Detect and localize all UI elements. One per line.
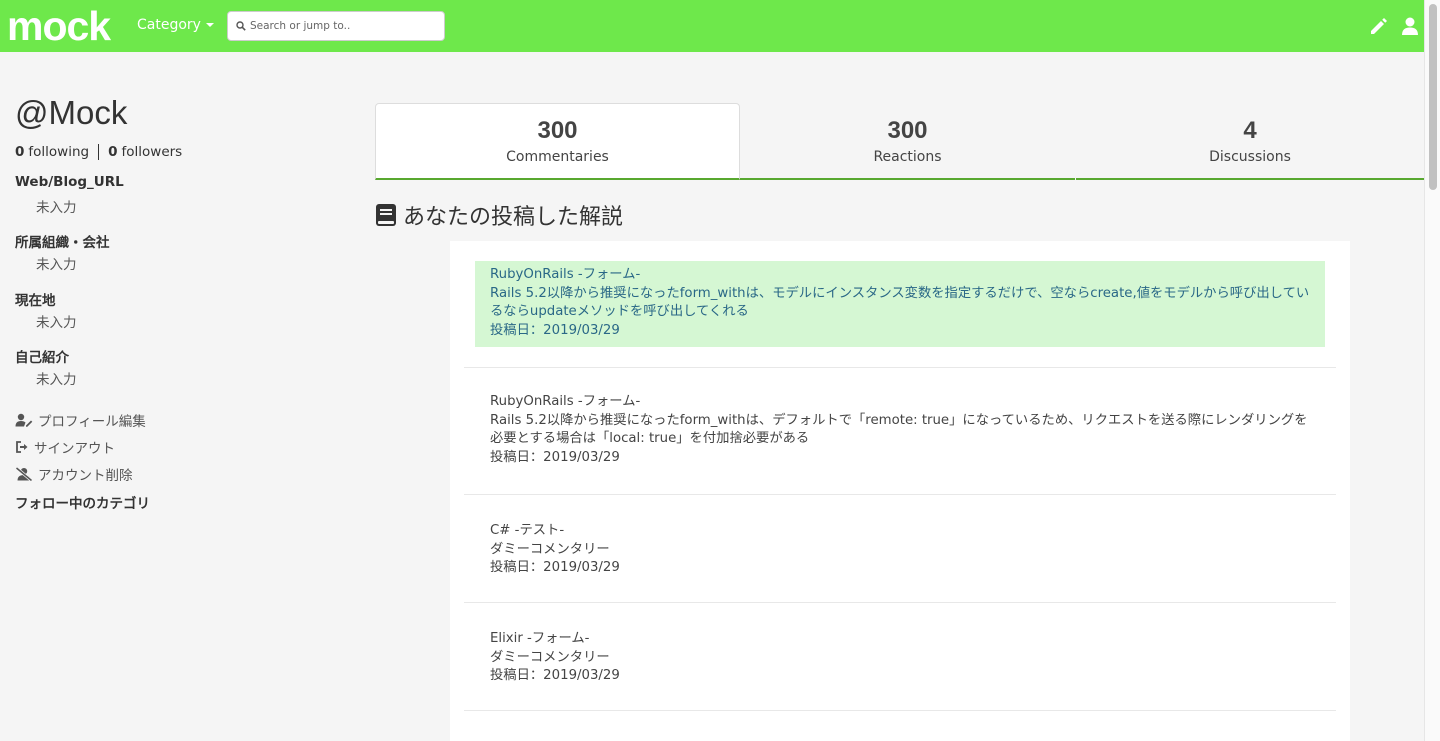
book-icon [376,204,396,226]
list-item[interactable]: RubyOnRails -フォーム- Rails 5.2以降から推奨になったfo… [464,368,1336,495]
location-label: 現在地 [15,293,56,309]
following-label: following [28,144,90,160]
delete-account-label: アカウント削除 [38,468,133,484]
tab-reactions[interactable]: 300 Reactions [740,103,1075,180]
commentary-date: 投稿日：2019/03/29 [490,450,620,466]
search-box[interactable] [227,11,445,41]
organization-value: 未入力 [36,257,77,273]
user-icon[interactable] [1399,15,1421,37]
commentary-date: 投稿日：2019/03/29 [490,668,620,684]
commentary-title: RubyOnRails -フォーム- [490,267,641,282]
user-slash-icon [15,467,33,481]
scrollbar-thumb[interactable] [1429,4,1437,190]
list-item[interactable]: C# -テスト- ダミーコメンタリー 投稿日：2019/03/29 [464,495,1336,603]
profile-username: @Mock [15,94,128,131]
location-value: 未入力 [36,315,77,331]
commentary-title: RubyOnRails -フォーム- [490,394,641,409]
follow-stats: 0 following 0 followers [15,144,182,160]
edit-profile-link[interactable]: プロフィール編集 [15,410,146,430]
top-navbar: mock Category [0,0,1424,52]
discussions-tab-label: Discussions [1209,149,1291,165]
commentaries-count: 300 [537,117,578,144]
commentary-title: Elixir -フォーム- [490,631,590,646]
discussions-count: 4 [1243,117,1257,144]
organization-label: 所属組織・会社 [15,235,110,251]
search-input[interactable] [250,20,440,32]
followers-link[interactable]: 0 followers [108,144,182,160]
section-title: あなたの投稿した解説 [375,199,623,231]
reactions-tab-label: Reactions [873,149,942,165]
sign-out-label: サインアウト [34,441,115,457]
user-edit-icon [15,413,33,427]
commentary-date: 投稿日：2019/03/29 [490,323,620,339]
web-blog-url-label: Web/Blog_URL [15,174,124,190]
reactions-count: 300 [887,117,928,144]
follow-divider [98,144,100,160]
site-logo[interactable]: mock [7,4,111,48]
web-blog-url-value: 未入力 [36,200,77,216]
commentaries-tab-label: Commentaries [506,149,609,165]
following-categories-heading: フォロー中のカテゴリ [15,496,150,512]
category-label: Category [137,17,201,33]
tab-discussions[interactable]: 4 Discussions [1076,103,1424,180]
delete-account-link[interactable]: アカウント削除 [15,464,133,484]
profile-tabs: 300 Commentaries 300 Reactions 4 Discuss… [375,103,1424,180]
bio-label: 自己紹介 [15,350,69,366]
sign-out-icon [16,441,28,453]
sign-out-link[interactable]: サインアウト [15,437,115,457]
commentary-body: ダミーコメンタリー [490,541,610,557]
search-icon [236,21,246,31]
followers-count: 0 [108,144,118,160]
commentary-body: Rails 5.2以降から推奨になったform_withは、デフォルトで「rem… [490,412,1308,447]
page-scrollbar[interactable] [1424,0,1440,741]
category-dropdown[interactable]: Category [137,17,214,33]
list-item[interactable]: Elixir -フォーム- ダミーコメンタリー 投稿日：2019/03/29 [464,603,1336,711]
commentary-body: ダミーコメンタリー [490,649,610,665]
following-link[interactable]: 0 following [15,144,89,160]
pencil-icon[interactable] [1368,15,1390,37]
bio-value: 未入力 [36,372,77,388]
commentary-title: C# -テスト- [490,523,565,538]
list-item[interactable]: RubyOnRails -フォーム- Rails 5.2以降から推奨になったfo… [464,241,1336,368]
section-title-text: あなたの投稿した解説 [403,205,624,230]
tab-commentaries[interactable]: 300 Commentaries [375,103,740,180]
chevron-down-icon [205,23,214,27]
following-count: 0 [15,144,25,160]
followers-label: followers [121,144,183,160]
commentary-list: RubyOnRails -フォーム- Rails 5.2以降から推奨になったfo… [450,241,1350,741]
commentary-date: 投稿日：2019/03/29 [490,560,620,576]
edit-profile-label: プロフィール編集 [38,414,146,430]
commentary-body: Rails 5.2以降から推奨になったform_withは、モデルにインスタンス… [490,285,1310,320]
